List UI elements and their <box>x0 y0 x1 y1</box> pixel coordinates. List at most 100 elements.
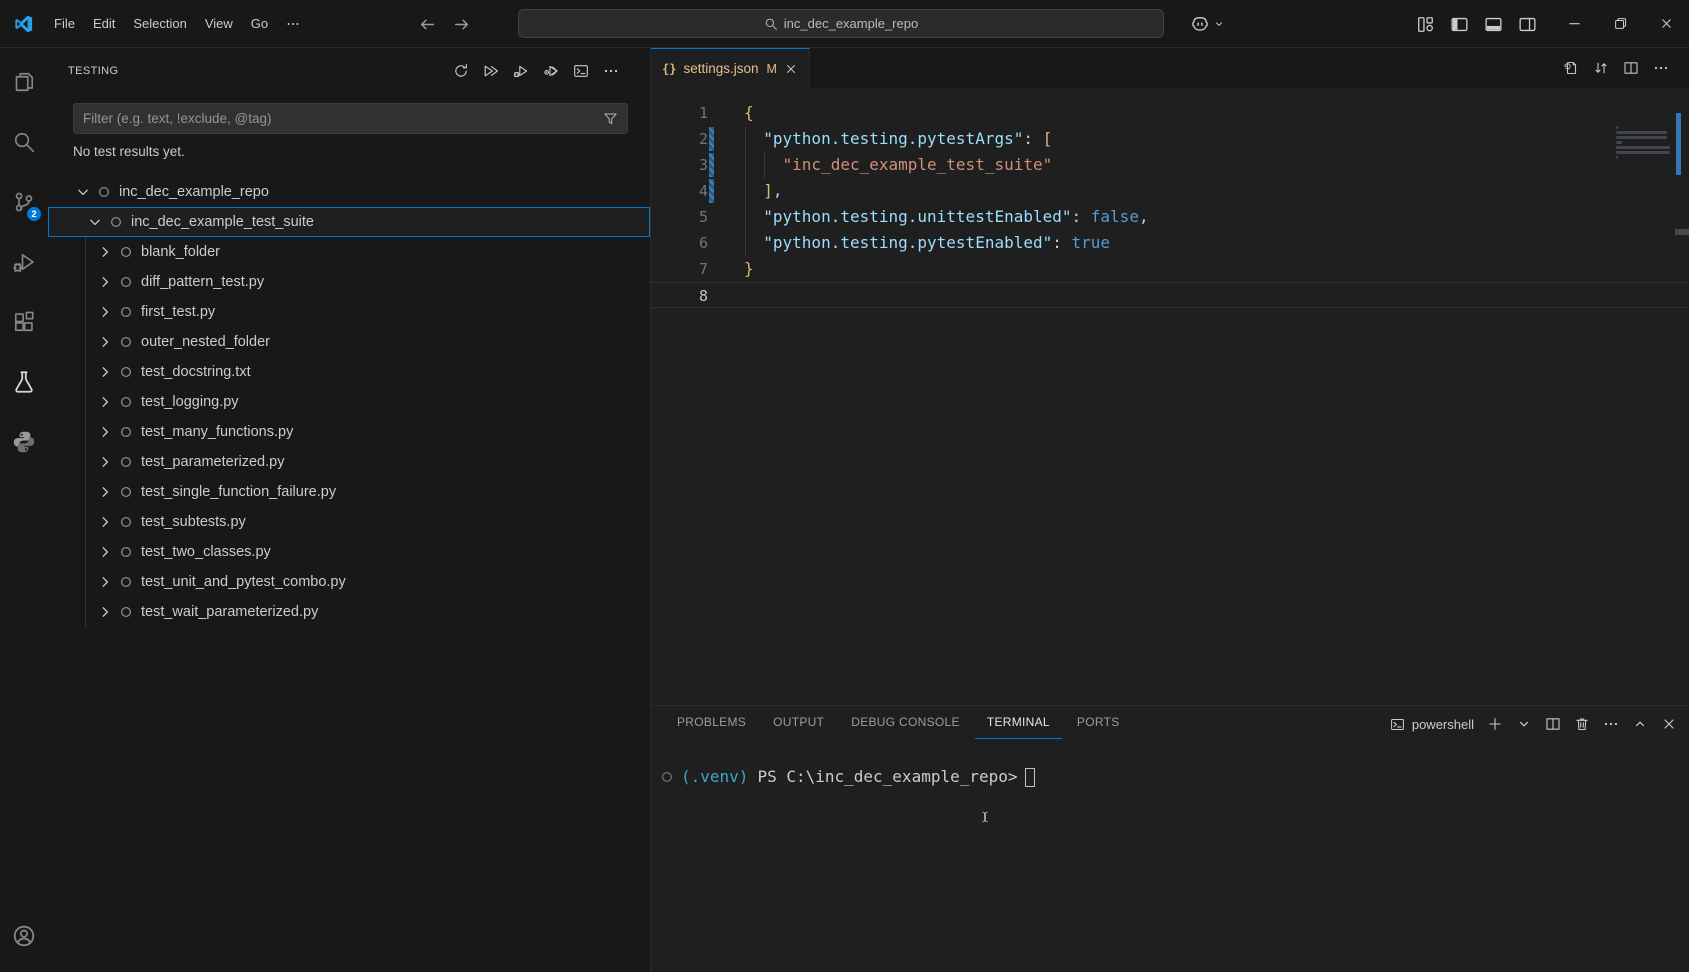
scrollbar-slider[interactable] <box>1675 229 1689 235</box>
minimap[interactable] <box>1609 125 1673 165</box>
chevron-right-icon[interactable] <box>97 574 113 590</box>
activity-python[interactable] <box>0 412 48 472</box>
customize-layout-button[interactable] <box>1416 15 1435 34</box>
chevron-down-icon[interactable] <box>87 214 103 230</box>
menu-go[interactable]: Go <box>242 10 277 38</box>
vscode-window: FileEditSelectionViewGo inc_dec_example_… <box>0 0 1689 972</box>
activity-accounts[interactable] <box>0 906 48 966</box>
chevron-right-icon[interactable] <box>97 304 113 320</box>
test-tree-item[interactable]: test_docstring.txt <box>48 357 650 387</box>
restore-button[interactable] <box>1597 0 1643 47</box>
run-tests-with-coverage-button[interactable] <box>540 60 562 82</box>
test-tree-item[interactable]: test_many_functions.py <box>48 417 650 447</box>
new-terminal-button[interactable] <box>1487 716 1503 732</box>
test-tree-item[interactable]: first_test.py <box>48 297 650 327</box>
panel-tab-ports[interactable]: PORTS <box>1065 706 1132 739</box>
test-tree-item[interactable]: inc_dec_example_test_suite <box>48 207 650 237</box>
test-state-circle-icon <box>119 515 133 529</box>
maximize-panel-button[interactable] <box>1632 716 1648 732</box>
test-tree-item[interactable]: inc_dec_example_repo <box>48 177 650 207</box>
open-changes-button[interactable] <box>1563 60 1579 76</box>
filter-icon[interactable] <box>603 111 618 126</box>
code-text: "inc_dec_example_test_suite" <box>744 152 1689 178</box>
more-actions-button[interactable] <box>600 60 622 82</box>
forward-arrow-icon[interactable] <box>453 16 470 33</box>
test-item-label: test_unit_and_pytest_combo.py <box>141 574 346 590</box>
menu-selection[interactable]: Selection <box>124 10 195 38</box>
panel-tab-debug-console[interactable]: DEBUG CONSOLE <box>839 706 972 739</box>
close-tab-button[interactable] <box>784 62 798 76</box>
terminal[interactable]: (.venv) PS C:\inc_dec_example_repo> <box>651 742 1689 788</box>
chevron-right-icon[interactable] <box>97 514 113 530</box>
close-window-button[interactable] <box>1643 0 1689 47</box>
debug-all-tests-button[interactable] <box>510 60 532 82</box>
kill-terminal-button[interactable] <box>1574 716 1590 732</box>
test-tree-item[interactable]: test_unit_and_pytest_combo.py <box>48 567 650 597</box>
terminal-dropdown-button[interactable] <box>1516 716 1532 732</box>
output-terminal-icon <box>573 63 589 79</box>
panel-tab-output[interactable]: OUTPUT <box>761 706 836 739</box>
panel-tab-terminal[interactable]: TERMINAL <box>975 706 1062 739</box>
panel-tabs: PROBLEMSOUTPUTDEBUG CONSOLETERMINALPORTS <box>665 706 1132 742</box>
run-all-tests-button[interactable] <box>480 60 502 82</box>
code-text: "python.testing.pytestEnabled": true <box>744 230 1689 256</box>
test-tree-item[interactable]: test_wait_parameterized.py <box>48 597 650 627</box>
activity-source-control[interactable]: 2 <box>0 172 48 232</box>
back-arrow-icon[interactable] <box>419 16 436 33</box>
command-center-search[interactable]: inc_dec_example_repo <box>518 9 1164 38</box>
compare-changes-button[interactable] <box>1593 60 1609 76</box>
menu-more[interactable] <box>277 10 307 38</box>
activity-run-and-debug[interactable] <box>0 232 48 292</box>
menu-view[interactable]: View <box>196 10 242 38</box>
tab-settings-json[interactable]: {} settings.json M <box>651 48 810 88</box>
toggle-panel-button[interactable] <box>1484 15 1503 34</box>
close-panel-button[interactable] <box>1661 716 1677 732</box>
chevron-right-icon[interactable] <box>97 394 113 410</box>
toggle-primary-sidebar-button[interactable] <box>1450 15 1469 34</box>
command-decoration-icon[interactable] <box>660 770 674 784</box>
activity-explorer[interactable] <box>0 52 48 112</box>
test-filter-input[interactable] <box>83 111 603 126</box>
test-tree-item[interactable]: test_single_function_failure.py <box>48 477 650 507</box>
test-item-label: test_parameterized.py <box>141 454 284 470</box>
test-tree-item[interactable]: diff_pattern_test.py <box>48 267 650 297</box>
chevron-down-icon[interactable] <box>75 184 91 200</box>
activity-search[interactable] <box>0 112 48 172</box>
chevron-right-icon[interactable] <box>97 544 113 560</box>
refresh-tests-button[interactable] <box>450 60 472 82</box>
menu-edit[interactable]: Edit <box>84 10 124 38</box>
test-tree-item[interactable]: test_logging.py <box>48 387 650 417</box>
copilot-menu[interactable] <box>1190 0 1225 48</box>
more-panel-actions-button[interactable] <box>1603 716 1619 732</box>
test-tree-item[interactable]: outer_nested_folder <box>48 327 650 357</box>
terminal-shell-item[interactable]: powershell <box>1390 717 1474 732</box>
test-item-label: inc_dec_example_repo <box>119 184 269 200</box>
editor[interactable]: 1{2 "python.testing.pytestArgs": [3 "inc… <box>651 88 1689 705</box>
chevron-right-icon[interactable] <box>97 604 113 620</box>
chevron-right-icon[interactable] <box>97 424 113 440</box>
show-test-output-button[interactable] <box>570 60 592 82</box>
chevron-right-icon[interactable] <box>97 274 113 290</box>
chevron-right-icon[interactable] <box>97 454 113 470</box>
panel-tab-problems[interactable]: PROBLEMS <box>665 706 758 739</box>
more-editor-actions-button[interactable] <box>1653 60 1669 76</box>
test-tree-item[interactable]: test_parameterized.py <box>48 447 650 477</box>
test-tree-item[interactable]: test_two_classes.py <box>48 537 650 567</box>
activity-extensions[interactable] <box>0 292 48 352</box>
chevron-right-icon[interactable] <box>97 364 113 380</box>
chevron-right-icon[interactable] <box>97 334 113 350</box>
code-text <box>744 283 1689 307</box>
chevron-right-icon[interactable] <box>97 244 113 260</box>
split-editor-button[interactable] <box>1623 60 1639 76</box>
code-area[interactable]: 1{2 "python.testing.pytestArgs": [3 "inc… <box>651 100 1689 308</box>
test-tree-item[interactable]: test_subtests.py <box>48 507 650 537</box>
activity-testing[interactable] <box>0 352 48 412</box>
activity-bar: 2 <box>0 48 48 972</box>
panel-actions: powershell <box>1390 716 1677 732</box>
test-tree-item[interactable]: blank_folder <box>48 237 650 267</box>
menu-file[interactable]: File <box>45 10 84 38</box>
chevron-right-icon[interactable] <box>97 484 113 500</box>
minimize-button[interactable] <box>1551 0 1597 47</box>
toggle-secondary-sidebar-button[interactable] <box>1518 15 1537 34</box>
split-terminal-button[interactable] <box>1545 716 1561 732</box>
